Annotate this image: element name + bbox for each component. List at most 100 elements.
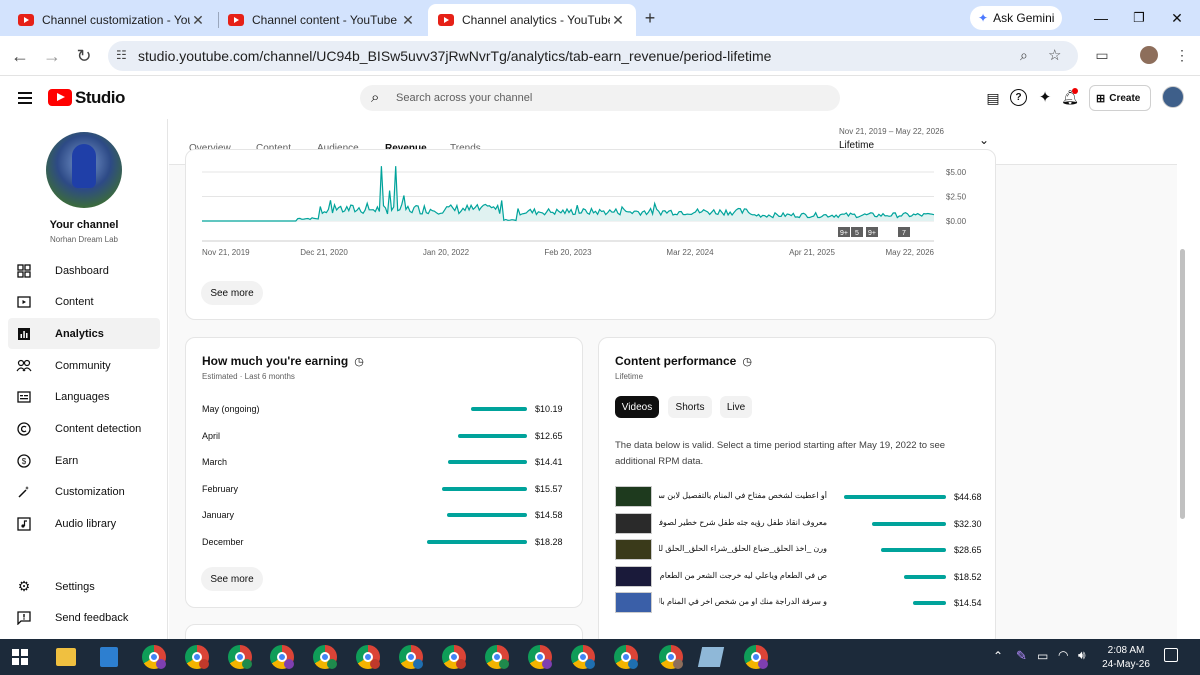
notification-center-icon[interactable] <box>1164 648 1178 662</box>
account-avatar[interactable] <box>1162 86 1184 108</box>
video-title[interactable]: معروف انقاذ طفل رؤيه جثه طفل شرح خطير لص… <box>659 518 827 527</box>
zoom-icon[interactable]: ⌕ <box>1020 47 1028 64</box>
reload-icon[interactable]: ↻ <box>72 44 96 68</box>
site-info-icon[interactable]: ☷ <box>116 48 127 62</box>
minimize-icon[interactable]: — <box>1090 8 1112 28</box>
new-tab-button[interactable]: + <box>640 8 660 28</box>
chrome-profile-icon[interactable] <box>313 645 337 669</box>
revenue-chart[interactable]: $5.00 $2.50 $0.00 9+ 5 9+ 7 Nov 21, 2019 Dec 21,… <box>186 150 997 270</box>
sidebar-item-customization[interactable]: Customization <box>8 476 160 507</box>
chrome-profile-icon[interactable] <box>185 645 209 669</box>
search-input[interactable]: ⌕ Search across your channel <box>360 85 840 111</box>
video-thumbnail[interactable] <box>615 565 652 587</box>
filter-videos[interactable]: Videos <box>615 396 659 418</box>
chrome-profile-icon[interactable] <box>442 645 466 669</box>
channel-avatar[interactable] <box>46 132 122 208</box>
video-row[interactable]: ورن _اخذ الحلق_ضياع الحلق_شراء الحلق_الح… <box>599 539 997 561</box>
chrome-profile-icon[interactable] <box>356 645 380 669</box>
video-thumbnail[interactable] <box>615 539 652 560</box>
chrome-profile-icon[interactable] <box>528 645 552 669</box>
hamburger-menu-icon[interactable] <box>18 92 32 104</box>
video-row[interactable]: و سرقة الدراجة منك او من شخص اخر في المن… <box>599 592 997 614</box>
video-row[interactable]: أو اعطيت لشخص مفتاح في المنام بالتفصيل ل… <box>599 486 997 508</box>
video-marker[interactable]: 9+ <box>866 227 878 237</box>
restore-icon[interactable]: ❐ <box>1128 8 1150 28</box>
help-icon[interactable]: ? <box>1010 89 1027 106</box>
more-menu-icon[interactable]: ⋮ <box>1174 45 1190 65</box>
volume-icon[interactable]: 🔊︎ <box>1078 648 1086 663</box>
close-tab-icon[interactable]: ✕ <box>610 12 626 29</box>
pen-icon[interactable]: ✎ <box>1016 648 1027 664</box>
sidebar-item-settings[interactable]: ⚙ Settings <box>8 571 160 602</box>
create-button[interactable]: ⊞ Create <box>1089 85 1151 111</box>
info-clock-icon[interactable]: ◷ <box>354 355 364 368</box>
video-thumbnail[interactable] <box>615 512 652 534</box>
chrome-profile-icon[interactable] <box>270 645 294 669</box>
sidebar-item-analytics[interactable]: Analytics <box>8 318 160 349</box>
sidebar-item-content[interactable]: Content <box>8 286 160 317</box>
sidebar-item-audio-library[interactable]: Audio library <box>8 508 160 539</box>
video-thumbnail[interactable] <box>615 592 652 613</box>
battery-icon[interactable]: ▭ <box>1037 649 1048 663</box>
close-tab-icon[interactable]: ✕ <box>190 12 206 29</box>
windows-start-icon[interactable] <box>12 649 28 665</box>
browser-tab[interactable]: Channel content - YouTube Stu ✕ <box>218 4 426 36</box>
video-thumbnail[interactable] <box>615 486 652 507</box>
video-title[interactable]: و سرقة الدراجة منك او من شخص اخر في المن… <box>659 597 827 606</box>
close-tab-icon[interactable]: ✕ <box>400 12 416 29</box>
chrome-profile-icon[interactable] <box>399 645 423 669</box>
wifi-icon[interactable]: ◠ <box>1058 648 1068 662</box>
sidebar-item-languages[interactable]: Languages <box>8 381 160 412</box>
video-title[interactable]: ص في الطعام وياعلي ليه خرجت الشعر من الط… <box>659 571 827 580</box>
sparkle-icon[interactable]: ✦ <box>1036 88 1054 106</box>
chrome-profile-icon[interactable] <box>614 645 638 669</box>
subtitles-icon[interactable]: ▤ <box>984 89 1002 107</box>
see-more-button[interactable]: See more <box>201 567 263 591</box>
video-title[interactable]: أو اعطيت لشخص مفتاح في المنام بالتفصيل ل… <box>659 491 827 500</box>
chrome-profile-icon[interactable] <box>228 645 252 669</box>
video-title[interactable]: ورن _اخذ الحلق_ضياع الحلق_شراء الحلق_الح… <box>659 544 827 553</box>
notes-app-icon[interactable] <box>697 647 725 667</box>
cast-icon[interactable]: ▭ <box>1092 45 1112 65</box>
filter-shorts[interactable]: Shorts <box>668 396 712 418</box>
profile-avatar[interactable] <box>1140 46 1158 64</box>
video-row[interactable]: معروف انقاذ طفل رؤيه جثه طفل شرح خطير لص… <box>599 512 997 535</box>
calculator-icon[interactable] <box>100 647 118 667</box>
sidebar-item-feedback[interactable]: Send feedback <box>8 602 160 633</box>
sidebar-item-earn[interactable]: $ Earn <box>8 445 160 476</box>
bookmark-star-icon[interactable]: ☆ <box>1048 46 1061 64</box>
chrome-profile-icon[interactable] <box>142 645 166 669</box>
back-icon[interactable]: ← <box>8 44 32 68</box>
performance-subtitle: Lifetime <box>615 372 644 381</box>
chrome-profile-icon[interactable] <box>571 645 595 669</box>
sidebar-item-community[interactable]: Community <box>8 350 160 381</box>
gemini-sparkle-icon: ✦ <box>978 11 989 25</box>
chevron-up-icon[interactable]: ⌃ <box>993 649 1003 663</box>
video-row[interactable]: ص في الطعام وياعلي ليه خرجت الشعر من الط… <box>599 565 997 588</box>
sidebar-item-dashboard[interactable]: Dashboard <box>8 255 160 286</box>
video-marker[interactable]: 9+ <box>838 227 850 237</box>
url-field[interactable]: ☷ studio.youtube.com/channel/UC94b_BISw5… <box>108 41 1078 71</box>
youtube-logo-icon[interactable] <box>48 89 72 106</box>
ask-gemini-button[interactable]: ✦ Ask Gemini <box>970 6 1062 30</box>
scrollbar-track[interactable] <box>1177 119 1187 639</box>
file-explorer-icon[interactable] <box>56 648 76 666</box>
filter-live[interactable]: Live <box>720 396 752 418</box>
scrollbar-thumb[interactable] <box>1180 249 1185 519</box>
sidebar-item-content-detection[interactable]: Content detection <box>8 413 160 444</box>
browser-tab-active[interactable]: Channel analytics - YouTube St ✕ <box>428 4 636 36</box>
forward-icon[interactable]: → <box>40 44 64 68</box>
close-window-icon[interactable]: ✕ <box>1166 8 1188 28</box>
see-more-button[interactable]: See more <box>201 281 263 305</box>
browser-tab[interactable]: Channel customization - YouTu ✕ <box>8 4 216 36</box>
clock[interactable]: 2:08 AM 24-May-26 <box>1098 644 1154 672</box>
chrome-profile-icon[interactable] <box>485 645 509 669</box>
chevron-down-icon[interactable]: ⌄ <box>979 133 989 147</box>
video-marker[interactable]: 7 <box>898 227 910 237</box>
info-clock-icon[interactable]: ◷ <box>742 355 752 368</box>
search-placeholder: Search across your channel <box>396 92 533 104</box>
video-marker[interactable]: 5 <box>851 227 863 237</box>
chrome-profile-icon[interactable] <box>744 645 768 669</box>
chrome-profile-icon[interactable] <box>659 645 683 669</box>
languages-icon <box>16 389 32 405</box>
